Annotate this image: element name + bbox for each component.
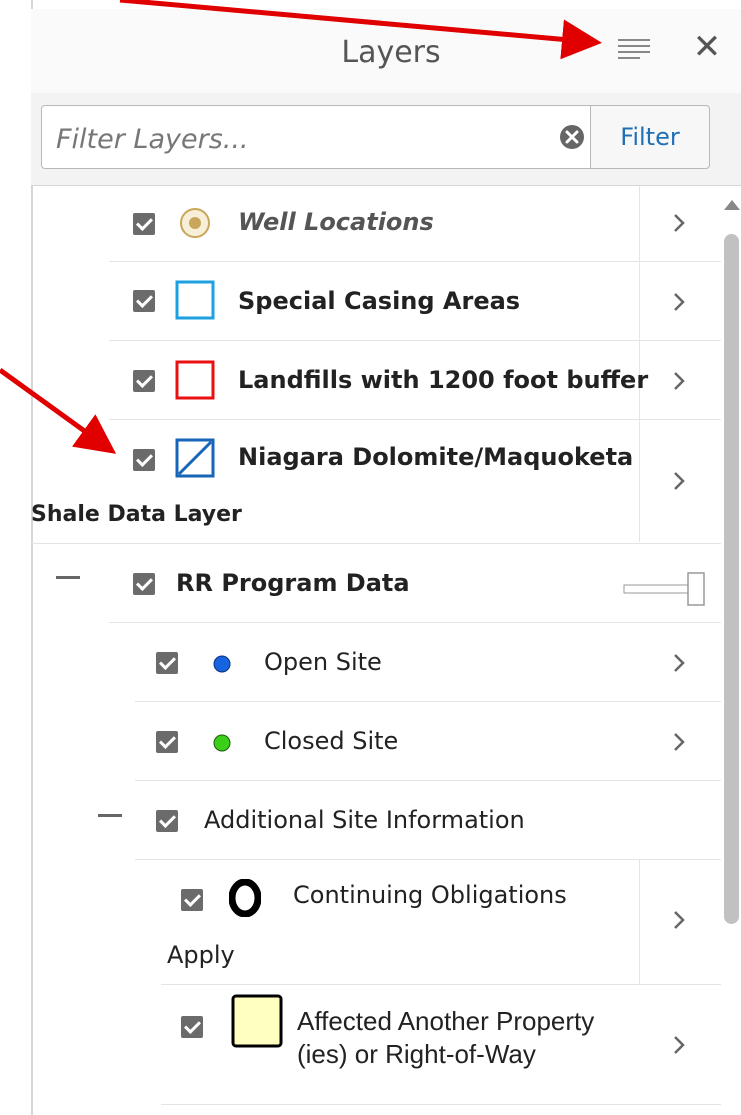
layer-label: Niagara Dolomite/Maquoketa bbox=[238, 443, 634, 471]
black-o-icon bbox=[229, 879, 261, 917]
layer-label: Closed Site bbox=[264, 727, 399, 755]
layer-checkbox[interactable] bbox=[181, 1016, 203, 1038]
layer-checkbox[interactable] bbox=[181, 889, 203, 911]
group-row: Additional Site Information bbox=[135, 780, 721, 860]
layer-label: Affected Another Property bbox=[297, 1006, 595, 1036]
layer-row: Continuing Obligations Apply bbox=[161, 859, 721, 985]
blue-dot-icon bbox=[213, 655, 231, 673]
layer-label-continued: Shale Data Layer bbox=[31, 502, 242, 527]
layer-label: Special Casing Areas bbox=[238, 287, 521, 315]
layer-row: Affected Another Property (ies) or Right… bbox=[161, 984, 721, 1105]
filter-field[interactable] bbox=[41, 105, 591, 169]
chevron-right-icon[interactable] bbox=[664, 366, 694, 396]
group-checkbox[interactable] bbox=[156, 810, 178, 832]
blue-square-icon bbox=[175, 280, 215, 320]
filter-button[interactable]: Filter bbox=[590, 105, 710, 169]
panel-header: Layers ✕ bbox=[31, 9, 741, 94]
filter-input[interactable] bbox=[54, 116, 538, 162]
layer-checkbox[interactable] bbox=[133, 449, 155, 471]
layer-checkbox[interactable] bbox=[133, 213, 155, 235]
layer-label: Well Locations bbox=[238, 208, 434, 236]
layer-row: Well Locations bbox=[109, 186, 721, 262]
chevron-right-icon[interactable] bbox=[664, 1030, 694, 1060]
well-point-icon bbox=[180, 208, 210, 238]
collapse-subgroup-toggle[interactable] bbox=[98, 814, 122, 817]
opacity-slider[interactable] bbox=[622, 571, 706, 607]
layer-label-continued: (ies) or Right-of-Way bbox=[297, 1039, 536, 1069]
layer-checkbox[interactable] bbox=[133, 370, 155, 392]
close-icon[interactable]: ✕ bbox=[689, 29, 725, 65]
green-dot-icon bbox=[213, 734, 231, 752]
layer-label: Open Site bbox=[264, 648, 382, 676]
chevron-right-icon[interactable] bbox=[664, 287, 694, 317]
layer-row: Open Site bbox=[135, 622, 721, 702]
layer-row: Closed Site bbox=[135, 701, 721, 781]
chevron-right-icon[interactable] bbox=[664, 727, 694, 757]
red-square-icon bbox=[175, 360, 215, 400]
layer-checkbox[interactable] bbox=[156, 731, 178, 753]
layer-label-continued: Apply bbox=[167, 941, 235, 969]
layer-checkbox[interactable] bbox=[156, 652, 178, 674]
menu-icon[interactable] bbox=[616, 33, 656, 65]
layer-label: Landfills with 1200 foot buffer bbox=[238, 366, 649, 394]
group-label: RR Program Data bbox=[176, 569, 410, 597]
clear-icon[interactable] bbox=[559, 124, 585, 150]
layer-list: Well Locations Special Casing Areas Land… bbox=[31, 186, 721, 1115]
layer-row: Niagara Dolomite/Maquoketa Shale Data La… bbox=[31, 419, 721, 544]
chevron-right-icon[interactable] bbox=[664, 648, 694, 678]
blue-hatched-square-icon bbox=[175, 438, 215, 478]
chevron-right-icon[interactable] bbox=[664, 208, 694, 238]
chevron-right-icon[interactable] bbox=[664, 905, 694, 935]
layer-checkbox[interactable] bbox=[133, 290, 155, 312]
scroll-up-arrow[interactable] bbox=[724, 200, 740, 210]
collapse-group-toggle[interactable] bbox=[56, 576, 80, 579]
layer-label: Continuing Obligations bbox=[293, 881, 567, 909]
yellow-square-icon bbox=[231, 994, 283, 1048]
chevron-column-divider bbox=[639, 859, 640, 984]
chevron-right-icon[interactable] bbox=[664, 466, 694, 496]
filter-bar: Filter bbox=[31, 93, 741, 186]
group-label: Additional Site Information bbox=[204, 806, 525, 834]
scrollbar-thumb[interactable] bbox=[724, 234, 739, 924]
layer-row: Special Casing Areas bbox=[109, 261, 721, 341]
group-checkbox[interactable] bbox=[133, 573, 155, 595]
layer-row: Landfills with 1200 foot buffer bbox=[109, 340, 721, 420]
